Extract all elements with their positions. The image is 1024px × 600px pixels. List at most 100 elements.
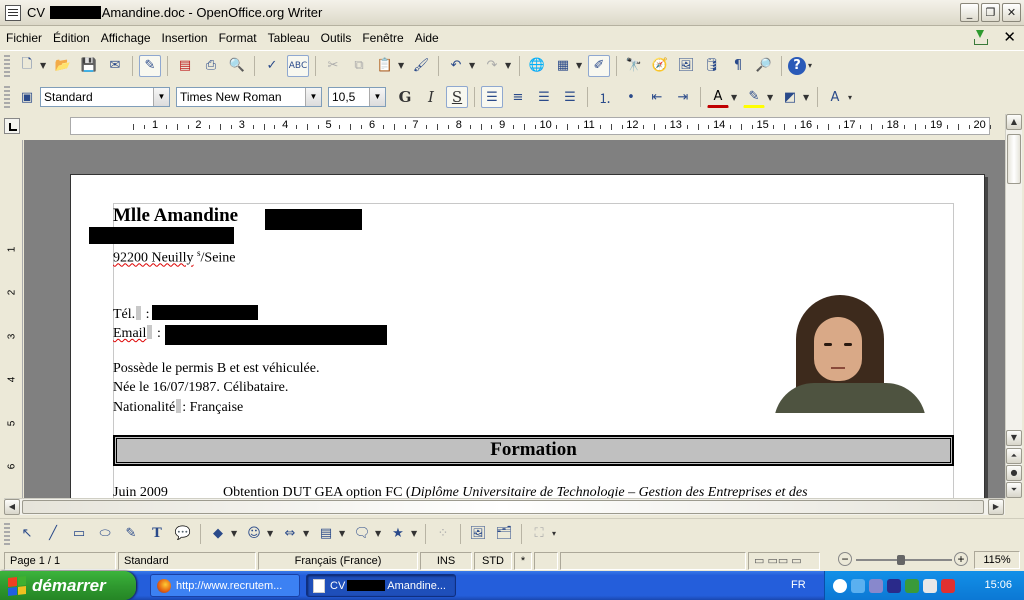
horizontal-scrollbar[interactable]: ◀ ▶: [4, 498, 1005, 515]
rectangle-icon[interactable]: ▭: [68, 523, 90, 545]
table-dropdown-icon[interactable]: ▼: [576, 61, 584, 70]
flowcharts-dropdown-icon[interactable]: ▼: [339, 529, 347, 538]
system-clock[interactable]: 15:06: [984, 579, 1012, 591]
basic-shapes-dropdown-icon[interactable]: ▼: [231, 529, 239, 538]
toolbar-grip[interactable]: [4, 522, 10, 545]
spellcheck-icon[interactable]: ✓: [261, 55, 283, 77]
paragraph-style-select[interactable]: Standard ▼: [40, 87, 170, 107]
callout-shapes-dropdown-icon[interactable]: ▼: [375, 529, 383, 538]
vertical-scrollbar[interactable]: ▲ ▼ ⏶ ● ⏷: [1005, 114, 1022, 498]
edit-mode-icon[interactable]: ✎: [139, 54, 161, 77]
data-sources-icon[interactable]: 🛢: [701, 55, 723, 77]
background-dropdown-icon[interactable]: ▼: [803, 93, 811, 102]
ellipse-icon[interactable]: ⬭: [94, 523, 116, 545]
update-download-icon[interactable]: [971, 29, 989, 45]
zoom-level[interactable]: 115%: [974, 551, 1020, 569]
navigation-button[interactable]: ●: [1006, 465, 1022, 481]
language-indicator[interactable]: Français (France): [258, 551, 418, 570]
menu-outils[interactable]: Outils: [315, 31, 357, 45]
freeform-line-icon[interactable]: ✎: [120, 523, 142, 545]
maximize-button[interactable]: ❐: [981, 3, 1000, 22]
phone-line[interactable]: Tél. :: [113, 306, 150, 323]
print-preview-icon[interactable]: 🔍: [226, 55, 248, 77]
fontwork-gallery-icon[interactable]: 🖼: [467, 523, 489, 545]
background-color-icon[interactable]: ◩: [779, 86, 801, 108]
font-name-select[interactable]: Times New Roman ▼: [176, 87, 322, 107]
start-button[interactable]: démarrer: [0, 571, 136, 600]
numbering-icon[interactable]: ⒈: [594, 86, 616, 108]
line-icon[interactable]: ╱: [42, 523, 64, 545]
bullets-icon[interactable]: •: [620, 86, 642, 108]
justify-icon[interactable]: ☰: [559, 86, 581, 108]
scroll-up-button[interactable]: ▲: [1006, 114, 1022, 130]
redo-icon[interactable]: ↷: [481, 55, 503, 77]
volume-icon[interactable]: [869, 578, 883, 593]
menu-format[interactable]: Format: [213, 31, 262, 45]
email-line[interactable]: Email :: [113, 325, 161, 342]
extrusion-icon[interactable]: ⛶: [528, 523, 550, 545]
styles-formatting-icon[interactable]: ▣: [16, 86, 38, 108]
increase-indent-icon[interactable]: ⇥: [672, 86, 694, 108]
toolbar-options-icon[interactable]: ▾: [552, 529, 560, 538]
horizontal-scroll-thumb[interactable]: [22, 500, 984, 514]
basic-shapes-icon[interactable]: ◆: [207, 523, 229, 545]
insert-mode-indicator[interactable]: INS: [420, 551, 472, 570]
close-document-button[interactable]: ✕: [1003, 29, 1016, 45]
symbol-shapes-icon[interactable]: ☺: [243, 523, 265, 545]
font-color-dropdown-icon[interactable]: ▼: [731, 93, 739, 102]
block-arrows-icon[interactable]: ⇔: [279, 523, 301, 545]
taskbar-writer-window[interactable]: CV Amandine...: [306, 574, 456, 597]
export-pdf-icon[interactable]: ▤: [174, 55, 196, 77]
previous-page-button[interactable]: ⏶: [1006, 448, 1022, 464]
italic-button[interactable]: I: [420, 86, 442, 108]
text-icon[interactable]: T: [146, 523, 168, 545]
help-icon[interactable]: ?: [788, 56, 806, 75]
save-icon[interactable]: 💾: [78, 55, 100, 77]
zoom-slider-thumb[interactable]: [897, 555, 905, 565]
toolbar-grip[interactable]: [4, 86, 10, 108]
select-pointer-icon[interactable]: ↖: [16, 523, 38, 545]
view-layout-buttons[interactable]: ▭ ▭▭ ▭: [748, 551, 820, 570]
menu-affichage[interactable]: Affichage: [95, 31, 156, 45]
antivirus-icon[interactable]: [905, 578, 919, 593]
language-bar[interactable]: FR: [791, 579, 806, 591]
from-file-icon[interactable]: 🗂: [493, 523, 515, 545]
underline-button[interactable]: S: [446, 86, 468, 108]
find-replace-icon[interactable]: 🔭: [623, 55, 645, 77]
align-right-icon[interactable]: ☰: [533, 86, 555, 108]
new-dropdown-icon[interactable]: ▼: [40, 61, 48, 70]
toolbar-options-icon[interactable]: ▾: [808, 61, 816, 70]
callout-shapes-icon[interactable]: 🗨: [351, 523, 373, 545]
paragraph-format-icon[interactable]: A: [824, 86, 846, 108]
formatting-marks-icon[interactable]: ¶: [727, 55, 749, 77]
flowcharts-icon[interactable]: ▤: [315, 523, 337, 545]
zoom-in-button[interactable]: +: [954, 552, 968, 566]
font-color-icon[interactable]: A: [707, 86, 729, 108]
copy-icon[interactable]: ⧉: [348, 55, 370, 77]
highlight-icon[interactable]: ✎: [743, 86, 765, 108]
callouts-icon[interactable]: 💬: [172, 523, 194, 545]
redo-dropdown-icon[interactable]: ▼: [505, 61, 513, 70]
open-icon[interactable]: 📂: [52, 55, 74, 77]
candidate-photo[interactable]: [774, 295, 926, 413]
symbol-shapes-dropdown-icon[interactable]: ▼: [267, 529, 275, 538]
scroll-right-button[interactable]: ▶: [988, 499, 1004, 515]
scroll-left-button[interactable]: ◀: [4, 499, 20, 515]
digital-signature-indicator[interactable]: [534, 551, 558, 570]
block-arrows-dropdown-icon[interactable]: ▼: [303, 529, 311, 538]
undo-dropdown-icon[interactable]: ▼: [469, 61, 477, 70]
undo-icon[interactable]: ↶: [445, 55, 467, 77]
zoom-out-button[interactable]: −: [838, 552, 852, 566]
zoom-slider[interactable]: − +: [838, 552, 968, 568]
print-icon[interactable]: ⎙: [200, 55, 222, 77]
cut-icon[interactable]: ✂: [322, 55, 344, 77]
bold-button[interactable]: G: [394, 86, 416, 108]
zoom-icon[interactable]: 🔎: [753, 55, 775, 77]
stars-icon[interactable]: ★: [387, 523, 409, 545]
document-modified-indicator[interactable]: *: [514, 551, 532, 570]
toolbar-options-icon[interactable]: ▾: [848, 93, 856, 102]
show-draw-functions-icon[interactable]: ✐: [588, 54, 610, 77]
menu-aide[interactable]: Aide: [409, 31, 444, 45]
close-button[interactable]: ✕: [1002, 3, 1021, 22]
decrease-indent-icon[interactable]: ⇤: [646, 86, 668, 108]
